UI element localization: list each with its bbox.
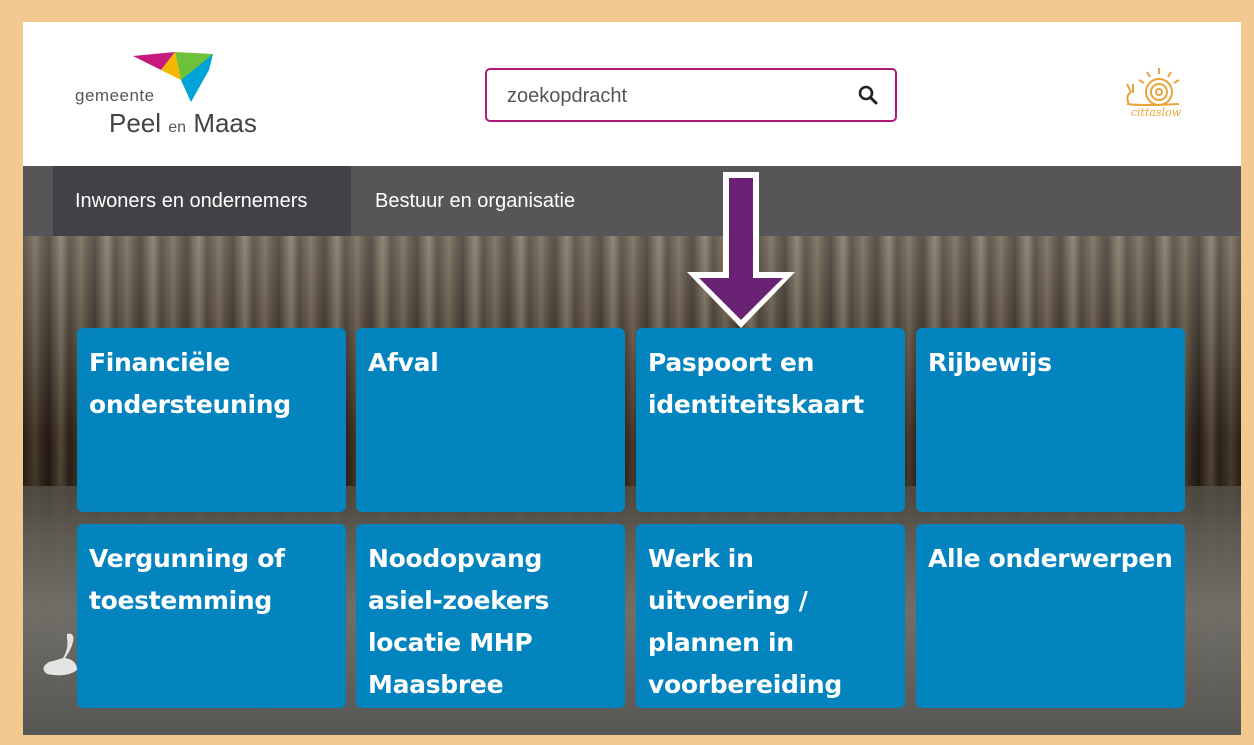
tile-paspoort[interactable]: Paspoort en identiteitskaart [636,328,905,512]
tile-financiele-ondersteuning[interactable]: Financiële ondersteuning [77,328,346,512]
down-arrow-icon [687,172,795,328]
search-input[interactable] [505,80,839,112]
tile-noodopvang[interactable]: Noodopvang asiel-zoekers locatie MHP Maa… [356,524,625,708]
swan-icon [43,633,77,676]
tile-rijbewijs[interactable]: Rijbewijs [916,328,1185,512]
tile-alle-onderwerpen[interactable]: Alle onderwerpen [916,524,1185,708]
header: gemeente Peel en Maas zoekopdracht citta… [23,22,1241,166]
search-icon [858,85,878,105]
hero-background-image: Financiële ondersteuning Afval Paspoort … [23,236,1241,735]
tile-afval[interactable]: Afval [356,328,625,512]
logo-title: Peel en Maas [109,108,257,139]
logo-title-first: Peel [109,108,162,138]
logo-title-last: Maas [193,108,257,138]
cittaslow-label: cittaslow [1130,106,1182,119]
tile-werk-in-uitvoering[interactable]: Werk in uitvoering / plannen in voorbere… [636,524,905,708]
nav-item-bestuur[interactable]: Bestuur en organisatie [353,166,613,236]
nav-item-inwoners[interactable]: Inwoners en ondernemers [53,166,351,236]
municipality-logo[interactable]: gemeente Peel en Maas [75,50,275,140]
logo-subtitle: gemeente [75,86,155,105]
tile-vergunning[interactable]: Vergunning of toestemming [77,524,346,708]
logo-title-middle: en [168,119,187,136]
snail-icon [1126,68,1180,106]
page: gemeente Peel en Maas zoekopdracht citta… [23,22,1241,735]
search-button[interactable] [855,82,883,110]
main-nav: Inwoners en ondernemers Bestuur en organ… [23,166,1241,236]
search-box [485,68,897,122]
cittaslow-logo[interactable]: cittaslow [1121,66,1191,130]
